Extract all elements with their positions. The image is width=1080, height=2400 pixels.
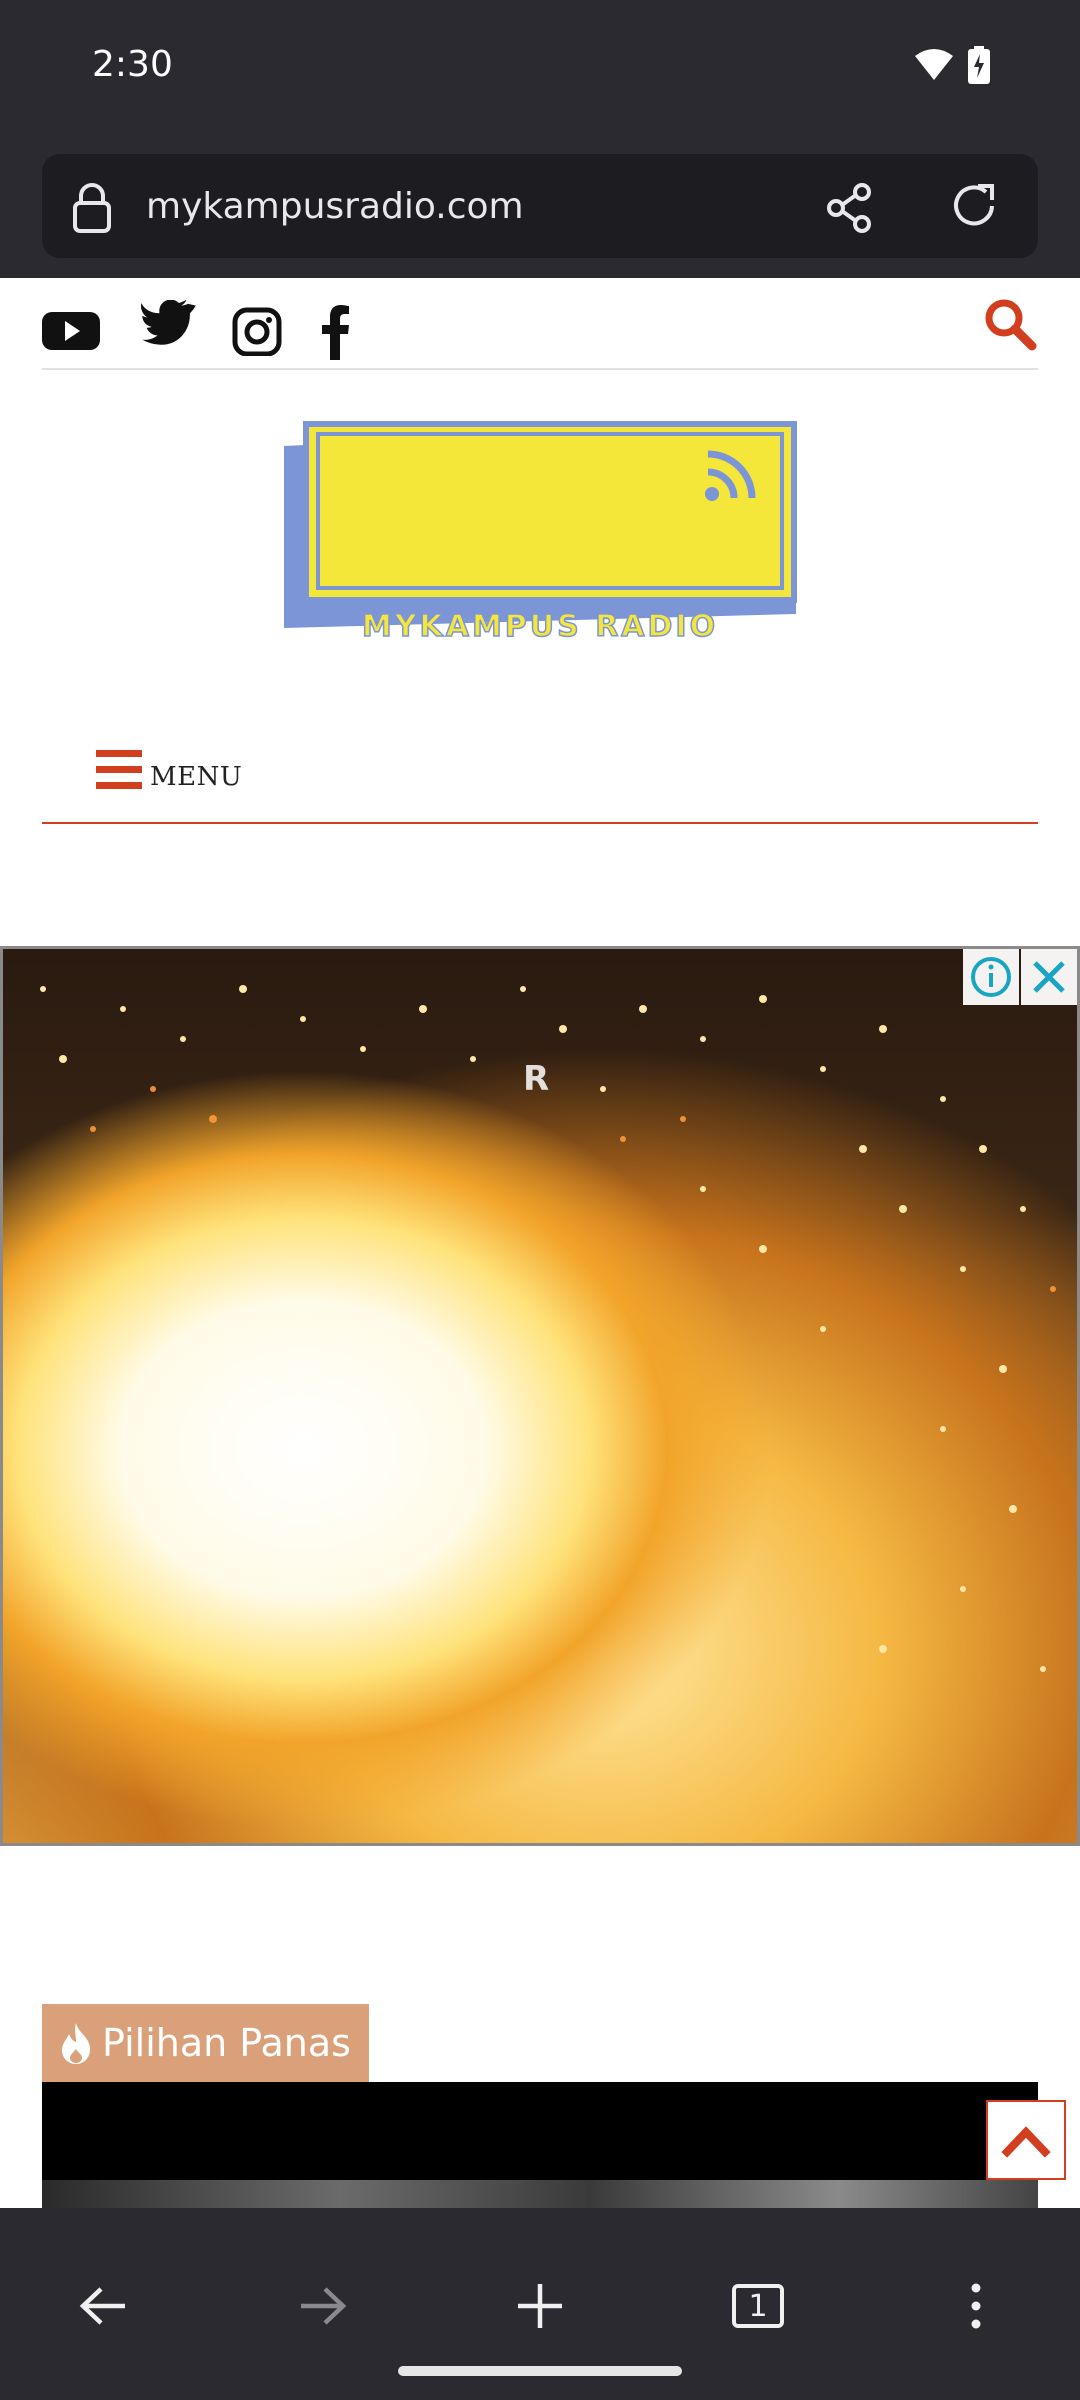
share-icon[interactable]: [822, 180, 878, 236]
forward-arrow-icon[interactable]: [297, 2286, 347, 2326]
battery-charging-icon: [968, 46, 990, 84]
hot-picks-label: Pilihan Panas: [102, 2021, 351, 2065]
hamburger-menu-icon[interactable]: [96, 748, 142, 792]
ad-overlay-text: R: [523, 1059, 550, 1099]
lock-icon[interactable]: [72, 182, 112, 234]
status-icons: [914, 46, 990, 84]
tabs-button[interactable]: 1: [716, 2264, 800, 2348]
browser-bottom-nav: 1: [0, 2208, 1080, 2400]
menu-bar[interactable]: MENU: [42, 730, 1038, 824]
chevron-up-icon[interactable]: [1001, 2120, 1051, 2160]
tab-count: 1: [748, 2288, 768, 2324]
wifi-icon: [915, 49, 953, 80]
more-options-button[interactable]: [934, 2264, 1018, 2348]
hot-picks-tag: Pilihan Panas: [42, 2004, 369, 2082]
more-vert-icon[interactable]: [970, 2282, 982, 2330]
gesture-navigation-bar[interactable]: [398, 2366, 682, 2376]
status-bar: 2:30: [0, 0, 1080, 130]
new-tab-button[interactable]: [498, 2264, 582, 2348]
site-logo[interactable]: MKR MYKAMPUS RADIO: [276, 418, 806, 654]
info-icon[interactable]: [969, 955, 1013, 999]
forward-button[interactable]: [280, 2264, 364, 2348]
scroll-to-top-button[interactable]: [986, 2100, 1066, 2180]
menu-label[interactable]: MENU: [150, 762, 242, 792]
ad-info-button[interactable]: [963, 949, 1019, 1005]
ad-banner[interactable]: R: [0, 946, 1080, 1846]
facebook-icon[interactable]: [314, 300, 354, 360]
back-arrow-icon[interactable]: [79, 2286, 129, 2326]
back-button[interactable]: [62, 2264, 146, 2348]
url-bar[interactable]: mykampusradio.com: [42, 154, 1038, 258]
twitter-icon[interactable]: [140, 300, 196, 356]
status-time: 2:30: [92, 44, 173, 85]
mkr-logo: MKR MYKAMPUS RADIO: [284, 421, 797, 645]
browser-toolbar: mykampusradio.com: [0, 130, 1080, 278]
social-row: [42, 290, 1038, 370]
logo-text: MKR: [353, 431, 747, 603]
featured-article-image[interactable]: [42, 2082, 1038, 2212]
ad-close-button[interactable]: [1021, 949, 1077, 1005]
logo-tagline: MYKAMPUS RADIO: [362, 609, 718, 644]
fire-icon: [62, 2023, 90, 2064]
tabs-icon[interactable]: 1: [732, 2284, 784, 2328]
search-icon[interactable]: [982, 296, 1038, 352]
screen: 2:30 mykampusradio.com MKR MYKAMPUS RADI…: [0, 0, 1080, 2400]
youtube-icon[interactable]: [42, 300, 100, 356]
reload-icon[interactable]: [946, 178, 1002, 234]
close-icon[interactable]: [1029, 957, 1069, 997]
url-text[interactable]: mykampusradio.com: [146, 186, 524, 227]
instagram-icon[interactable]: [230, 300, 286, 356]
new-tab-icon[interactable]: [516, 2282, 564, 2330]
